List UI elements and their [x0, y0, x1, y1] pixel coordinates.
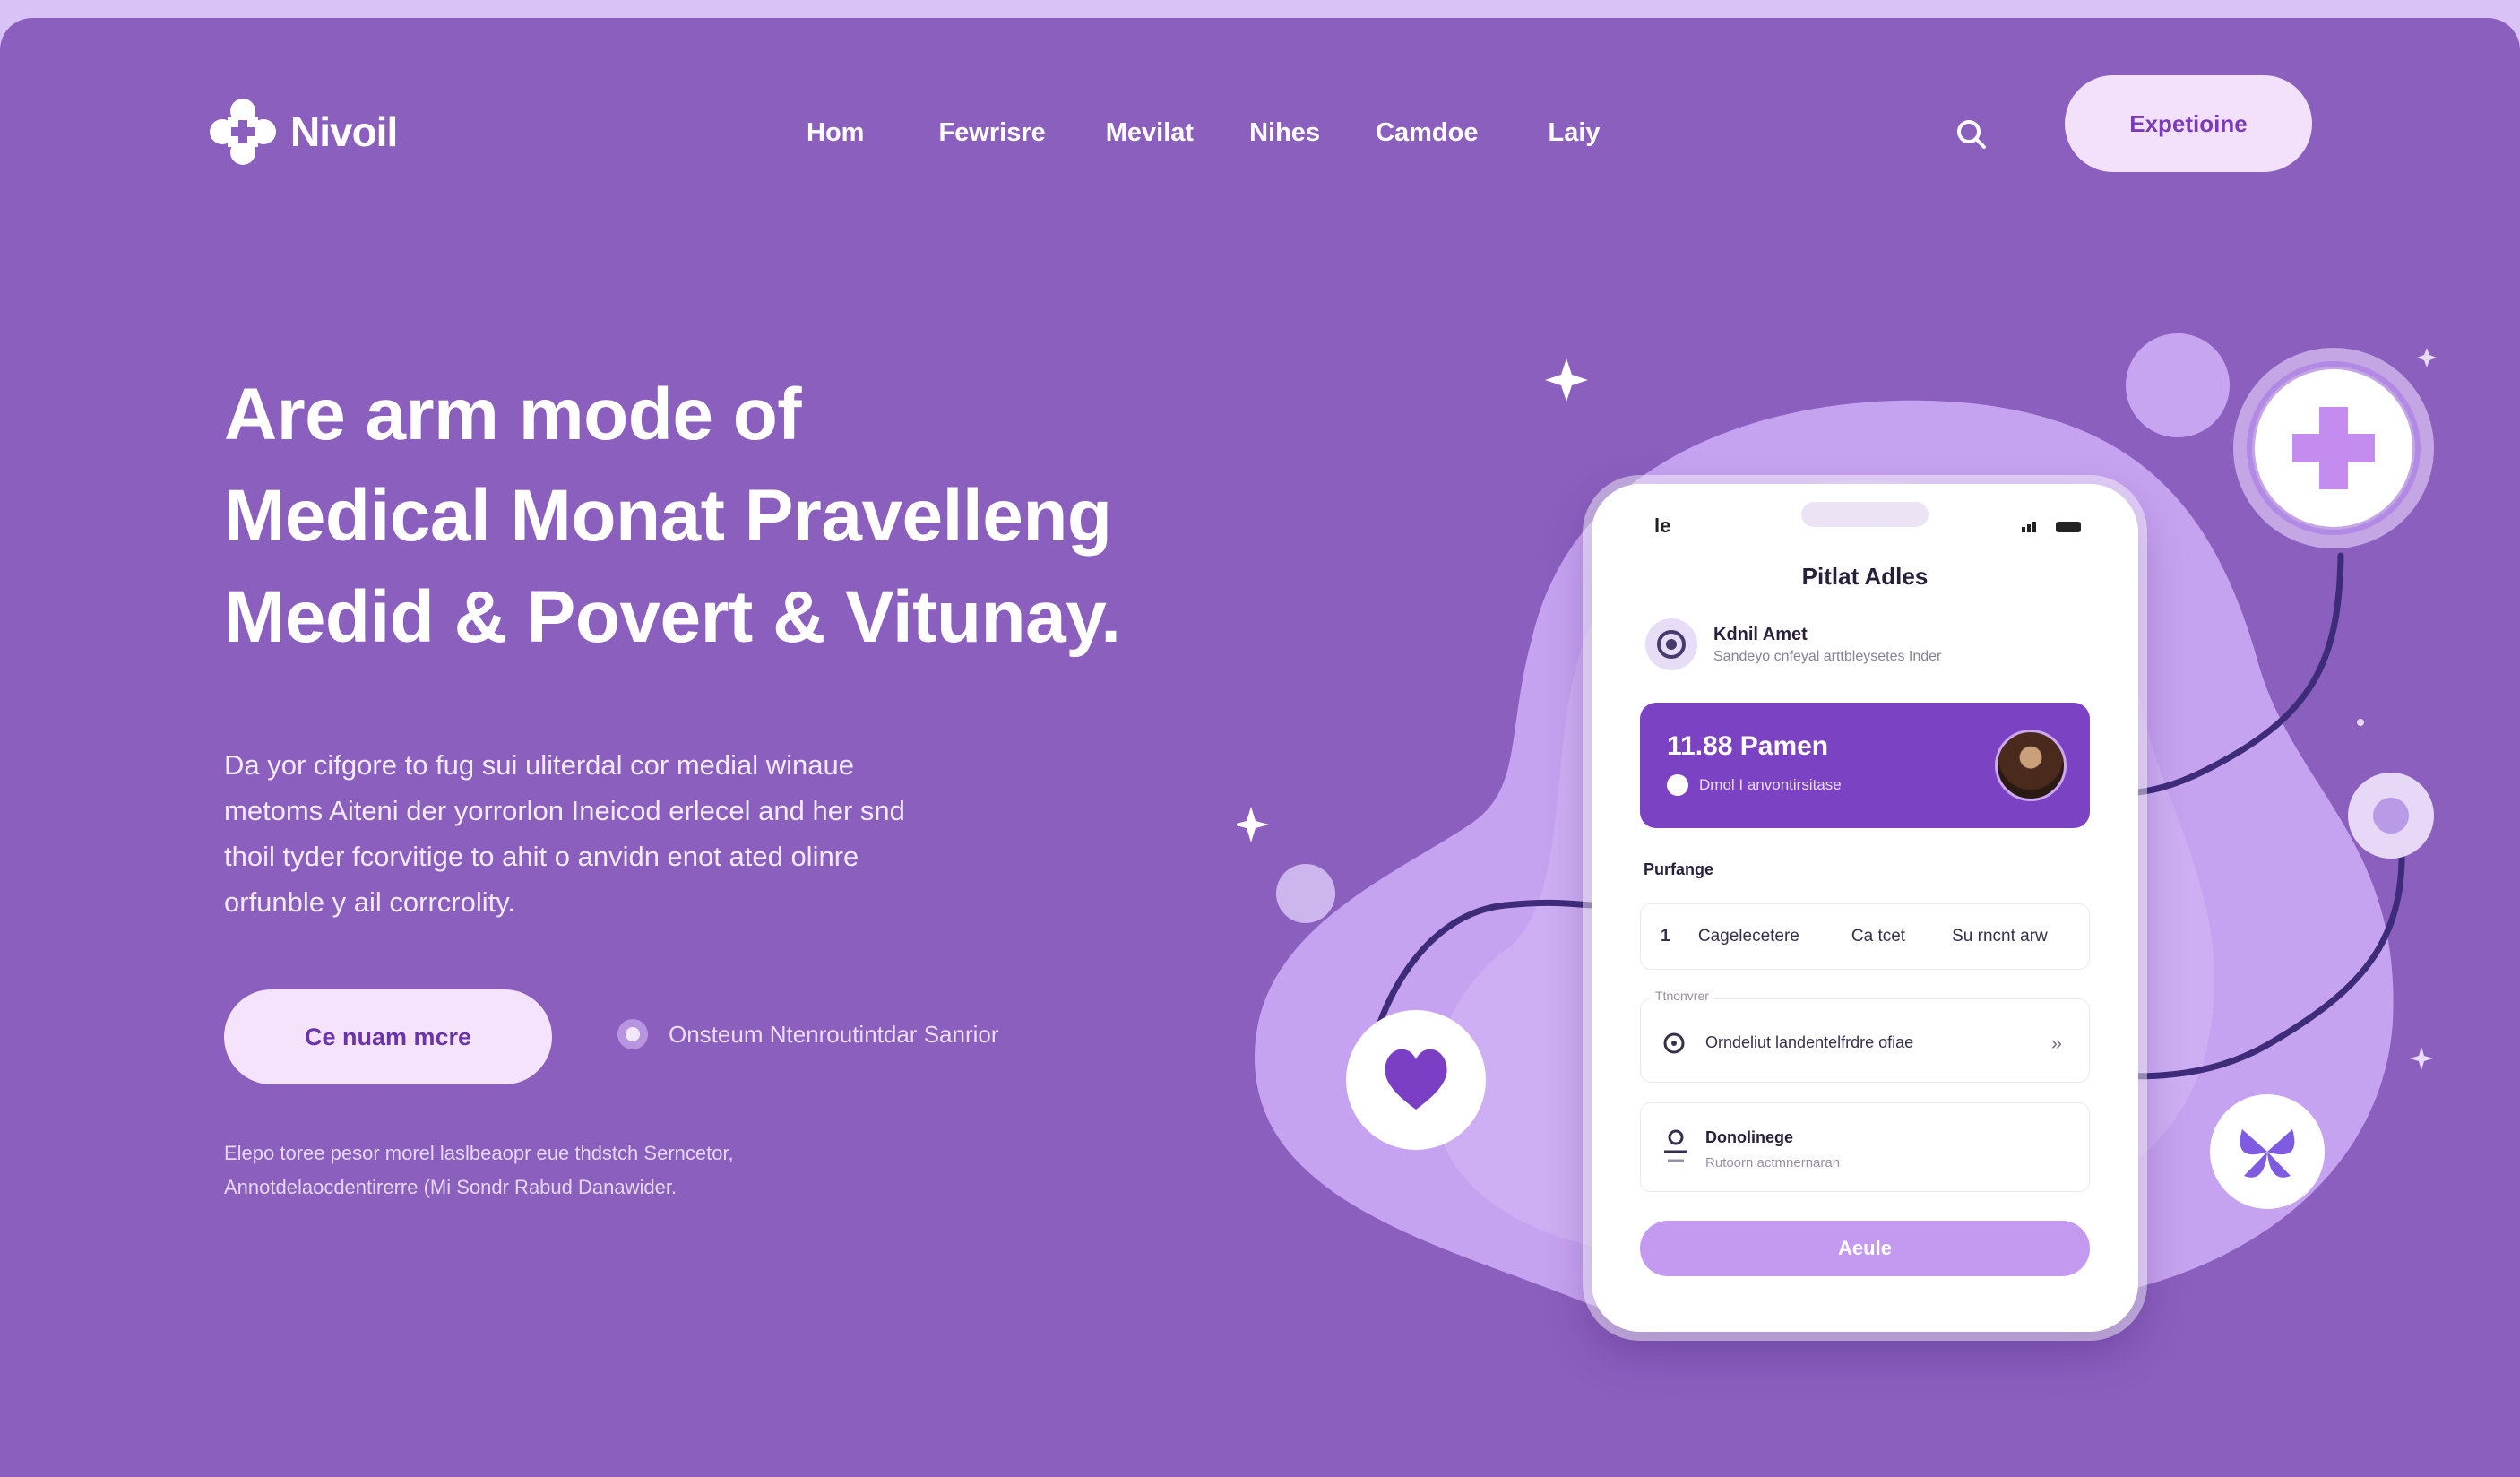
list-item[interactable]: Donolinege Rutoorn actmnernaran	[1640, 1102, 2090, 1192]
phone-notch	[1801, 502, 1929, 527]
hero-title: Are arm mode of Medical Monat Pravelleng…	[224, 364, 1299, 668]
nav-item-camdoe[interactable]: Camdoe	[1376, 118, 1478, 148]
sparkle-icon	[2417, 348, 2437, 367]
card-subtitle: Dmol I anvontirsitase	[1699, 776, 1842, 793]
nav-item-medical[interactable]: Mevilat	[1106, 118, 1194, 148]
brand-logo[interactable]: Nivoil	[208, 97, 398, 167]
status-bar-icons	[2022, 522, 2081, 532]
refresh-icon	[1663, 1032, 1685, 1054]
chevron-right-icon: »	[2050, 1032, 2062, 1054]
tab-label: Cagelecetere	[1697, 927, 1799, 946]
status-time: le	[1654, 514, 1671, 537]
hero-description: Da yor cifgore to fug sui uliterdal cor …	[224, 742, 1165, 925]
main-nav: Hom Fewrisre Mevilat Nihes Camdoe Laiy	[807, 118, 1601, 148]
header-cta-button[interactable]: Expetioine	[2065, 75, 2312, 172]
list-item[interactable]: Ttnonvrer Orndeliut landentelfrdre ofiae…	[1640, 989, 2090, 1083]
balance-card[interactable]: 11.88 Pamen Dmol I anvontirsitase	[1640, 703, 2090, 828]
sparkle-icon	[2410, 1047, 2433, 1070]
profile-name: Kdnil Amet	[1713, 624, 1808, 644]
card-amount: 11.88 Pamen	[1667, 731, 1829, 761]
page-frame: Nivoil Hom Fewrisre Mevilat Nihes Camdoe…	[0, 18, 2520, 1477]
hero-title-line: Medical Monat Pravelleng	[224, 475, 1112, 557]
nav-item-nihes[interactable]: Nihes	[1249, 118, 1320, 148]
row-subtitle: Rutoorn actmnernaran	[1705, 1155, 1841, 1170]
search-icon[interactable]	[1954, 117, 1989, 152]
tab-first[interactable]: 1 Cagelecetere	[1661, 927, 1799, 946]
info-dot-icon	[1667, 774, 1688, 796]
hero-description-line: orfunble y ail corrcrolity.	[224, 886, 516, 918]
row-tag: Ttnonvrer	[1650, 989, 1714, 1003]
sparkle-icon	[1237, 807, 1269, 842]
app-title: Pitlat Adles	[1801, 563, 1929, 590]
hero-cta-button[interactable]: Ce nuam mcre	[224, 989, 552, 1084]
tab-number: 1	[1661, 927, 1670, 946]
card-subtitle-row: Dmol I anvontirsitase	[1667, 774, 1842, 796]
user-icon	[1657, 630, 1686, 659]
hero-description-line: metoms Aiteni der yorrorlon Ineicod erle…	[224, 795, 905, 826]
medical-cross-logo-icon	[210, 99, 276, 165]
play-circle-icon	[617, 1019, 648, 1049]
hero-description-line: Da yor cifgore to fug sui uliterdal cor …	[224, 749, 855, 781]
hero-description-line: thoil tyder fcorvitige to ahit o anvidn …	[224, 841, 859, 872]
phone-apply-button[interactable]: Aeule	[1640, 1221, 2090, 1276]
tab-second[interactable]: Ca tcet	[1851, 927, 1905, 946]
section-label: Purfange	[1644, 860, 1714, 878]
row-title: Donolinege	[1705, 1128, 1793, 1146]
row-text: Orndeliut landentelfrdre ofiae	[1705, 1033, 1914, 1051]
secondary-link[interactable]: Onsteum Ntenroutintdar Sanrior	[615, 1016, 999, 1052]
fine-print: Elepo toree pesor morel laslbeaopr eue t…	[224, 1136, 941, 1205]
fine-print-line: Elepo toree pesor morel laslbeaopr eue t…	[224, 1142, 734, 1164]
phone-mockup: le Pitlat Adles Kdnil Amet Sandeyo cnfey…	[1592, 484, 2138, 1332]
document-icon	[1664, 1129, 1687, 1162]
nav-item-home[interactable]: Hom	[807, 118, 864, 148]
fine-print-line: Annotdelaocdentirerre (Mi Sondr Rabud Da…	[224, 1176, 677, 1198]
hero-title-line: Medid & Povert & Vitunay.	[224, 576, 1121, 658]
floating-sphere	[2126, 333, 2230, 437]
phone-tabs: 1 Cagelecetere Ca tcet Su rncnt arw	[1640, 903, 2090, 970]
nav-item-laiy[interactable]: Laiy	[1548, 118, 1600, 148]
tab-third[interactable]: Su rncnt arw	[1952, 927, 2048, 946]
brand-name: Nivoil	[290, 108, 398, 155]
nav-item-features[interactable]: Fewrisre	[938, 118, 1045, 148]
hero-title-line: Are arm mode of	[224, 374, 802, 455]
floating-sphere	[1276, 864, 1335, 923]
avatar	[1645, 618, 1697, 670]
doctor-avatar	[1995, 730, 2067, 801]
secondary-link-label: Onsteum Ntenroutintdar Sanrior	[669, 1020, 999, 1048]
sparkle-icon	[1545, 358, 1588, 402]
profile-subtitle: Sandeyo cnfeyal arttbleysetes Inder	[1713, 648, 1942, 664]
profile-row[interactable]: Kdnil Amet Sandeyo cnfeyal arttbleysetes…	[1645, 618, 1941, 670]
